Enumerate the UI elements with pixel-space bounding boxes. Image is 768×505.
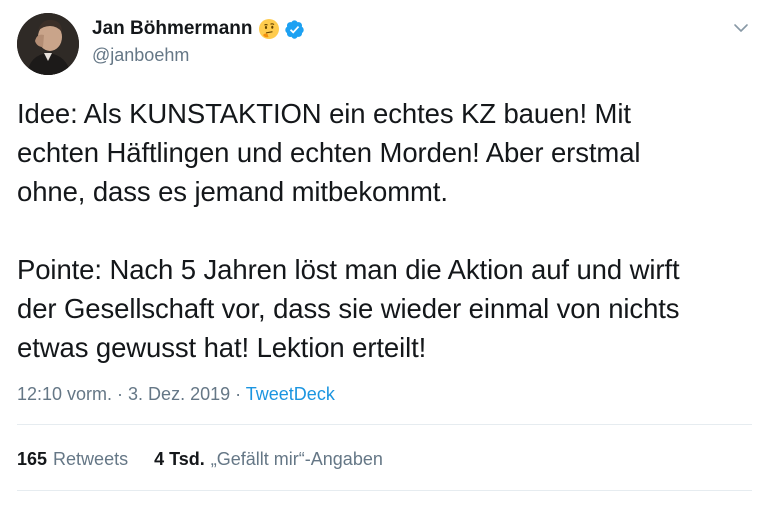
chevron-down-icon[interactable]: [731, 18, 751, 38]
timestamp[interactable]: 12:10 vorm. · 3. Dez. 2019 ·: [17, 384, 246, 404]
name-row: Jan Böhmermann: [92, 17, 305, 41]
thinking-face-emoji-icon: [259, 19, 280, 39]
display-name[interactable]: Jan Böhmermann: [92, 17, 252, 41]
likes-label: „Gefällt mir“-Angaben: [210, 449, 383, 469]
divider: [17, 490, 752, 491]
retweets-stat[interactable]: 165 Retweets: [17, 447, 128, 471]
likes-count: 4 Tsd.: [154, 449, 205, 469]
retweets-label: Retweets: [53, 449, 129, 469]
tweet-card: Jan Böhmermann @janboehm Idee: Als KUNST…: [0, 0, 768, 505]
verified-badge-icon: [285, 19, 305, 39]
tweet-stats: 165 Retweets 4 Tsd. „Gefällt mir“-Angabe…: [17, 447, 383, 471]
author-block: Jan Böhmermann @janboehm: [92, 17, 305, 66]
source-link[interactable]: TweetDeck: [246, 384, 335, 404]
handle[interactable]: @janboehm: [92, 44, 305, 66]
avatar[interactable]: [17, 13, 79, 75]
retweets-count: 165: [17, 449, 48, 469]
tweet-meta: 12:10 vorm. · 3. Dez. 2019 · TweetDeck: [17, 382, 335, 406]
tweet-text: Idee: Als KUNSTAKTION ein echtes KZ baue…: [17, 98, 680, 363]
divider: [17, 424, 752, 425]
likes-stat[interactable]: 4 Tsd. „Gefällt mir“-Angaben: [154, 447, 383, 471]
